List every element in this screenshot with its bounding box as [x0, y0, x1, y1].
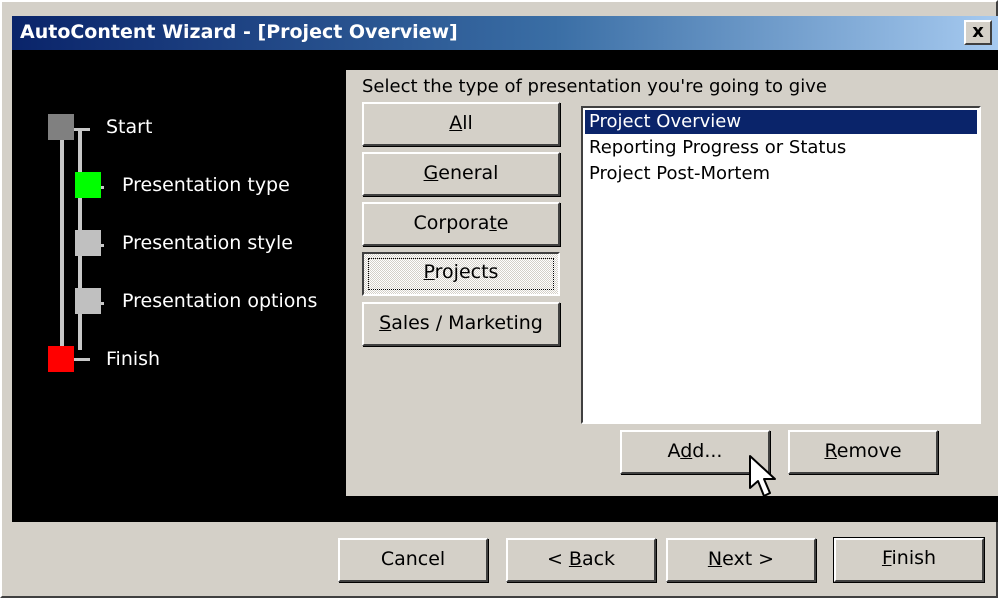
presentation-listbox[interactable]: Project Overview Reporting Progress or S…	[581, 106, 981, 424]
step-label-presentation-options: Presentation options	[122, 290, 318, 312]
list-item-project-overview[interactable]: Project Overview	[585, 110, 977, 134]
next-button[interactable]: Next >	[666, 538, 816, 582]
close-button[interactable]: x	[964, 20, 992, 45]
autocontent-wizard-dialog: AutoContent Wizard - [Project Overview] …	[0, 0, 998, 598]
remove-button[interactable]: Remove	[788, 430, 938, 474]
step-marker-finish	[48, 346, 74, 372]
finish-button[interactable]: Finish	[833, 537, 985, 583]
window-title: AutoContent Wizard - [Project Overview]	[20, 21, 458, 43]
step-label-presentation-type: Presentation type	[122, 174, 290, 196]
step-connector-line	[60, 128, 64, 360]
step-marker-presentation-options	[75, 288, 101, 314]
step-label-start: Start	[106, 116, 153, 138]
category-projects-button[interactable]: Projects	[362, 252, 560, 296]
category-all-button[interactable]: All	[362, 102, 560, 146]
step-marker-start	[48, 114, 74, 140]
list-item-reporting-progress[interactable]: Reporting Progress or Status	[585, 136, 977, 160]
instruction-text: Select the type of presentation you're g…	[362, 76, 827, 97]
category-sales-marketing-button[interactable]: Sales / Marketing	[362, 302, 560, 346]
presentation-type-panel: Select the type of presentation you're g…	[346, 70, 998, 496]
step-label-finish: Finish	[106, 348, 161, 370]
step-marker-presentation-type	[75, 172, 101, 198]
mouse-pointer-icon	[749, 455, 776, 497]
title-bar[interactable]: AutoContent Wizard - [Project Overview] …	[12, 16, 998, 50]
category-general-button[interactable]: General	[362, 152, 560, 196]
step-label-presentation-style: Presentation style	[122, 232, 293, 254]
category-corporate-button[interactable]: Corporate	[362, 202, 560, 246]
step-marker-presentation-style	[75, 230, 101, 256]
close-icon: x	[972, 21, 984, 42]
cancel-button[interactable]: Cancel	[338, 538, 488, 582]
back-button[interactable]: < Back	[506, 538, 656, 582]
list-item-project-post-mortem[interactable]: Project Post-Mortem	[585, 162, 977, 186]
